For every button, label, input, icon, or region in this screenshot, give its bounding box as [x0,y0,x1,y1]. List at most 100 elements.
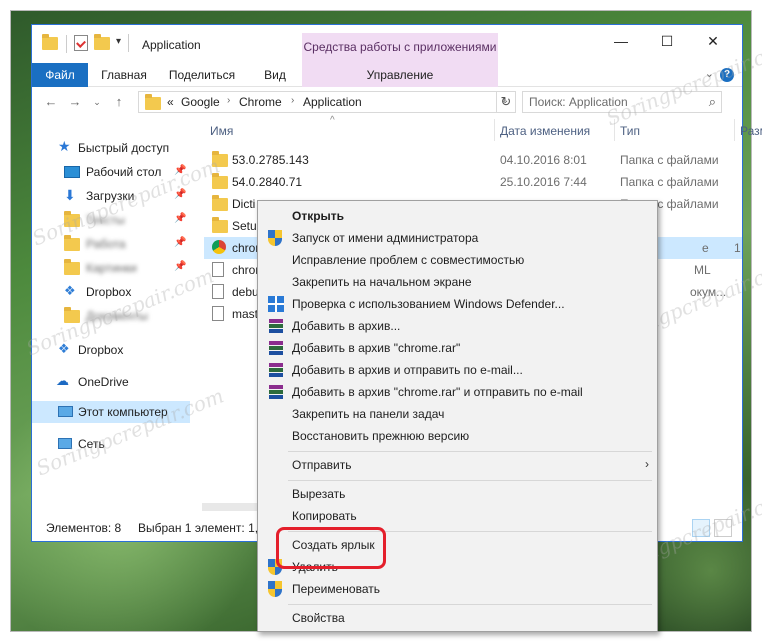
menu-item-properties[interactable]: Свойства [258,607,657,629]
menu-item-send-to[interactable]: Отправить › [258,454,657,476]
sidebar-item-desktop[interactable]: Рабочий стол 📌 [32,161,190,183]
file-type: окум... [690,285,727,299]
menu-item-cut[interactable]: Вырезать [258,483,657,505]
file-name: debu [232,285,259,299]
menu-item-rename[interactable]: Переименовать [258,578,657,600]
tab-manage[interactable]: Управление [302,63,498,87]
column-name[interactable]: Имя [210,124,233,138]
menu-item-copy[interactable]: Копировать [258,505,657,527]
large-icons-view-icon[interactable] [714,519,732,537]
file-row[interactable]: 54.0.2840.71 25.10.2016 7:44 Папка с фай… [204,171,742,193]
menu-item-label: Добавить в архив... [292,319,401,333]
column-type[interactable]: Тип [620,124,640,138]
sidebar-item-dropbox-pinned[interactable]: ❖ Dropbox [32,281,190,303]
column-divider[interactable] [734,119,735,141]
file-name: 54.0.2840.71 [232,175,303,189]
sidebar-item-this-pc[interactable]: Этот компьютер [32,401,190,423]
breadcrumb-application[interactable]: Application [303,95,362,109]
up-arrow-icon[interactable]: ↑ [110,93,128,111]
sidebar-item-dropbox[interactable]: ❖ Dropbox [32,339,190,361]
sidebar-item-work[interactable]: Работа 📌 [32,233,190,255]
selection-info: Выбран 1 элемент: 1,0 [138,521,265,535]
search-input[interactable] [529,94,697,110]
close-button[interactable]: ✕ [690,33,736,55]
file-date: 25.10.2016 7:44 [500,175,587,189]
new-folder-icon[interactable] [94,34,110,53]
customize-quick-access-icon[interactable]: ▾ [116,36,121,54]
sidebar-item-label: Картинки [86,261,137,275]
menu-item-run-as-admin[interactable]: Запуск от имени администратора [258,227,657,249]
column-date[interactable]: Дата изменения [500,124,590,138]
window-title: Application [142,38,201,52]
details-view-icon[interactable] [692,519,710,537]
chevron-right-icon[interactable]: › [291,95,294,106]
windows-defender-icon [268,296,284,312]
menu-item-pin-taskbar[interactable]: Закрепить на панели задач [258,403,657,425]
pin-icon[interactable]: 📌 [174,189,186,200]
menu-item-label: Добавить в архив "chrome.rar" и отправит… [292,385,583,399]
file-type: е [702,241,709,255]
sidebar-item-texts[interactable]: Тексты 📌 [32,209,190,231]
file-type: Папка с файлами [620,175,719,189]
menu-item-defender[interactable]: Проверка с использованием Windows Defend… [258,293,657,315]
search-box[interactable]: ⌕ [522,91,722,113]
text-file-icon [212,284,224,299]
column-size[interactable]: Разм [740,124,762,138]
breadcrumb-google[interactable]: Google [181,95,220,109]
column-divider[interactable] [494,119,495,141]
help-icon[interactable]: ? [720,68,734,82]
file-row[interactable]: 53.0.2785.143 04.10.2016 8:01 Папка с фа… [204,149,742,171]
item-count: Элементов: 8 [46,521,122,535]
column-headers: Имя ^ Дата изменения Тип Разм [202,115,762,141]
tab-home[interactable]: Главная [94,63,154,87]
menu-item-add-email[interactable]: Добавить в архив и отправить по e-mail..… [258,359,657,381]
pin-icon[interactable]: 📌 [174,261,186,272]
properties-icon[interactable] [74,35,88,51]
menu-item-add-archive[interactable]: Добавить в архив... [258,315,657,337]
chevron-right-icon[interactable]: › [227,95,230,106]
pin-icon[interactable]: 📌 [174,165,186,176]
menu-item-add-chrome-email[interactable]: Добавить в архив "chrome.rar" и отправит… [258,381,657,403]
address-bar[interactable]: « Google › Chrome › Application ⌄ [138,91,516,113]
menu-item-restore[interactable]: Восстановить прежнюю версию [258,425,657,447]
sidebar-item-quick-access[interactable]: ★ Быстрый доступ [32,137,190,159]
menu-item-label: Открыть [292,209,345,223]
column-divider[interactable] [614,119,615,141]
tab-view[interactable]: Вид [254,63,296,87]
ribbon-tabs: Файл Главная Поделиться Вид Управление ⌄… [32,63,742,87]
tab-share[interactable]: Поделиться [162,63,242,87]
sidebar-item-network[interactable]: Сеть [32,433,190,455]
folder-icon [212,217,228,233]
forward-arrow-icon[interactable]: → [66,93,84,111]
menu-item-label: Отправить [292,458,352,472]
menu-item-pin-start[interactable]: Закрепить на начальном экране [258,271,657,293]
menu-item-label: Восстановить прежнюю версию [292,429,470,443]
pin-icon[interactable]: 📌 [174,213,186,224]
menu-separator [288,480,652,481]
sidebar-item-documents[interactable]: Документы [32,305,190,327]
sidebar-item-downloads[interactable]: ⬇ Загрузки 📌 [32,185,190,207]
menu-item-label: Проверка с использованием Windows Defend… [292,297,565,311]
pin-icon[interactable]: 📌 [174,237,186,248]
file-size: 1 [734,241,741,255]
menu-item-label: Добавить в архив "chrome.rar" [292,341,461,355]
recent-locations-icon[interactable]: ⌄ [88,93,106,111]
expand-ribbon-icon[interactable]: ⌄ [705,67,714,80]
folder-icon [145,94,161,110]
back-arrow-icon[interactable]: ← [42,93,60,111]
breadcrumb-chrome[interactable]: Chrome [239,95,282,109]
sidebar-item-pictures[interactable]: Картинки 📌 [32,257,190,279]
sidebar-item-onedrive[interactable]: ☁ OneDrive [32,371,190,393]
tab-file[interactable]: Файл [32,63,88,87]
folder-icon [64,259,80,276]
breadcrumb-overflow[interactable]: « [167,95,174,109]
menu-item-add-chrome-rar[interactable]: Добавить в архив "chrome.rar" [258,337,657,359]
menu-item-troubleshoot[interactable]: Исправление проблем с совместимостью [258,249,657,271]
folder-icon[interactable] [42,34,58,53]
minimize-button[interactable]: — [598,33,644,55]
refresh-icon[interactable]: ↻ [496,91,516,113]
sidebar-item-label: Документы [86,309,148,323]
file-name: mast [232,307,259,321]
menu-item-open[interactable]: Открыть [258,205,657,227]
maximize-button[interactable]: ☐ [644,33,690,55]
